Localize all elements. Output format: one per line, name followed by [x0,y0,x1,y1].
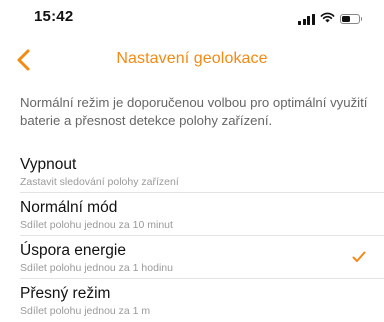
option-title: Normální mód [20,199,118,216]
option-subtitle: Sdílet polohu jednou za 10 minut [20,219,173,231]
page-title: Nastavení geolokace [116,50,268,67]
battery-icon [339,14,362,24]
signal-icon [298,13,315,25]
option-title: Přesný režim [20,285,111,302]
description-text: Normální režim je doporučenou volbou pro… [20,95,368,128]
option-subtitle: Sdílet polohu jednou za 1 m [20,305,151,317]
option-title: Vypnout [20,156,77,173]
navigation-bar: Nastavení geolokace [0,42,384,78]
option-vypnout[interactable]: Vypnout Zastavit sledování polohy zaříze… [0,150,384,193]
option-presny-rezim[interactable]: Přesný režim Sdílet polohu jednou za 1 m [0,279,384,322]
option-subtitle: Zastavit sledování polohy zařízení [20,176,179,188]
option-uspora-energie[interactable]: Úspora energie Sdílet polohu jednou za 1… [0,236,384,279]
checkmark-icon [352,250,366,262]
option-title: Úspora energie [20,242,126,259]
status-icons [298,10,362,28]
status-bar: 15:42 [0,0,384,34]
option-normalni-mod[interactable]: Normální mód Sdílet polohu jednou za 10 … [0,193,384,236]
option-subtitle: Sdílet polohu jednou za 1 hodinu [20,262,173,274]
status-time: 15:42 [34,8,74,25]
wifi-icon [320,10,335,28]
options-list: Vypnout Zastavit sledování polohy zaříze… [0,150,384,322]
